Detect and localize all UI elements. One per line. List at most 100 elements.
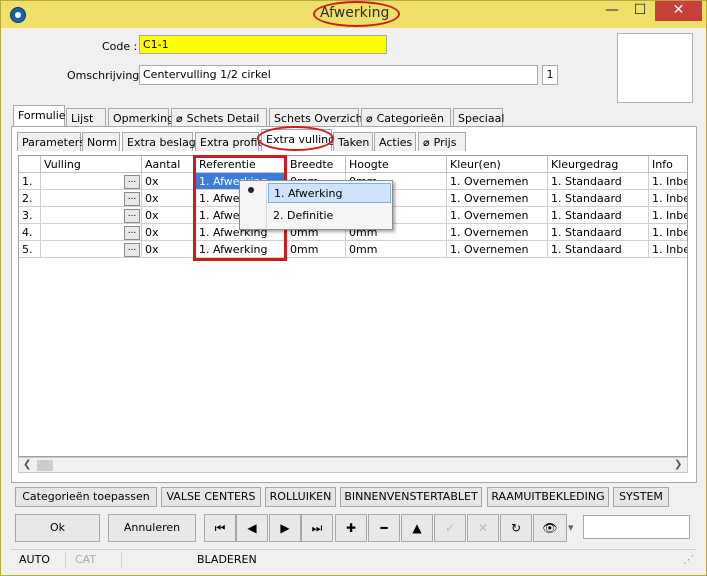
info-cell[interactable]: 1. Inbeg <box>649 207 687 224</box>
tab-formulier[interactable]: Formulier <box>13 105 70 127</box>
status-state: BLADEREN <box>197 553 257 566</box>
info-cell[interactable]: 1. Inbeg <box>649 224 687 241</box>
kleurgedrag-cell[interactable]: 1. Standaard <box>548 173 649 190</box>
subtab-extra-beslag[interactable]: Extra beslag <box>122 132 196 151</box>
row-number: 2. <box>19 190 41 207</box>
scroll-thumb[interactable] <box>37 460 53 471</box>
kleur-cell[interactable]: 1. Overnemen <box>447 207 548 224</box>
maximize-button[interactable]: ☐ <box>627 1 653 21</box>
kleur-cell[interactable]: 1. Overnemen <box>447 173 548 190</box>
edit-record-button[interactable]: ▲ <box>401 514 433 542</box>
last-record-button[interactable]: ⏭ <box>301 514 333 542</box>
binnenvenstertablet-button[interactable]: BINNENVENSTERTABLET <box>340 487 482 507</box>
first-record-button[interactable]: ⏮ <box>204 514 236 542</box>
refresh-button[interactable]: ↻ <box>500 514 532 542</box>
aantal-cell[interactable]: 0x <box>142 224 196 241</box>
info-cell[interactable]: 1. Inbeg <box>649 173 687 190</box>
info-cell[interactable]: 1. Inbeg <box>649 190 687 207</box>
ellipsis-button[interactable]: ... <box>124 175 140 189</box>
system-button[interactable]: SYSTEM <box>613 487 669 507</box>
tab-categorieen[interactable]: ⌀ Categorieën <box>361 108 451 127</box>
hoogte-cell[interactable]: 0mm <box>346 241 447 258</box>
scroll-right-icon[interactable]: ❯ <box>674 459 682 470</box>
title-bar[interactable]: Afwerking — ☐ ✕ <box>1 1 706 28</box>
kleur-cell[interactable]: 1. Overnemen <box>447 190 548 207</box>
kleurgedrag-cell[interactable]: 1. Standaard <box>548 190 649 207</box>
subtab-prijs-label: Prijs <box>433 136 457 149</box>
app-icon[interactable] <box>10 7 26 23</box>
status-bar: AUTO CAT BLADEREN ⋰ <box>11 549 696 569</box>
minus-icon: ━ <box>380 521 388 535</box>
categorieen-toepassen-button[interactable]: Categorieën toepassen <box>15 487 157 507</box>
raamuitbekleding-button[interactable]: RAAMUITBEKLEDING <box>487 487 609 507</box>
preview-box <box>617 33 693 103</box>
prev-record-button[interactable]: ◀ <box>236 514 268 542</box>
omschrijving-field[interactable]: Centervulling 1/2 cirkel <box>139 65 538 85</box>
kleur-cell[interactable]: 1. Overnemen <box>447 224 548 241</box>
horizontal-scrollbar[interactable]: ❮ ❯ <box>18 457 688 473</box>
dropdown-item-afwerking[interactable]: 1. Afwerking <box>268 183 391 203</box>
subtab-prijs[interactable]: ⌀ Prijs <box>418 132 466 151</box>
find-dropdown-chevron-icon[interactable]: ▾ <box>568 521 574 534</box>
plus-icon: ✚ <box>345 521 357 535</box>
ellipsis-button[interactable]: ... <box>124 243 140 257</box>
grid-header-hoogte[interactable]: Hoogte <box>346 156 447 173</box>
aantal-cell[interactable]: 0x <box>142 241 196 258</box>
aantal-cell[interactable]: 0x <box>142 173 196 190</box>
tab-schets-overzicht[interactable]: Schets Overzicht <box>269 108 367 127</box>
scroll-left-icon[interactable]: ❮ <box>23 459 31 470</box>
dropdown-gutter-divider <box>266 183 267 229</box>
find-button[interactable]: 👁 <box>533 514 567 542</box>
paperclip-icon: ⌀ <box>366 112 373 125</box>
minimize-button[interactable]: — <box>599 1 625 21</box>
kleurgedrag-cell[interactable]: 1. Standaard <box>548 224 649 241</box>
grid-header-breedte[interactable]: Breedte <box>287 156 346 173</box>
remove-record-button[interactable]: ━ <box>368 514 400 542</box>
rolluiken-button[interactable]: ROLLUIKEN <box>265 487 336 507</box>
grid-header-vulling[interactable]: Vulling <box>41 156 142 173</box>
ellipsis-button[interactable]: ... <box>124 209 140 223</box>
tab-lijst[interactable]: Lijst <box>66 108 106 127</box>
subtab-acties[interactable]: Acties <box>374 132 416 151</box>
kleurgedrag-cell[interactable]: 1. Standaard <box>548 207 649 224</box>
cancel-record-button[interactable]: ✕ <box>467 514 499 542</box>
row-number: 1. <box>19 173 41 190</box>
tab-schets-detail[interactable]: ⌀ Schets Detail <box>171 108 267 127</box>
subtab-taken[interactable]: Taken <box>333 132 373 151</box>
close-button[interactable]: ✕ <box>655 1 702 21</box>
status-cat: CAT <box>75 553 97 566</box>
grid-header-kleuren[interactable]: Kleur(en) <box>447 156 548 173</box>
breedte-cell[interactable]: 0mm <box>287 241 346 258</box>
search-input[interactable] <box>583 515 690 539</box>
next-record-button[interactable]: ▶ <box>269 514 301 542</box>
ellipsis-button[interactable]: ... <box>124 226 140 240</box>
dropdown-item-definitie[interactable]: 2. Definitie <box>268 206 391 226</box>
annuleren-button[interactable]: Annuleren <box>108 514 196 542</box>
resize-grip-icon[interactable]: ⋰ <box>683 553 694 566</box>
ellipsis-button[interactable]: ... <box>124 192 140 206</box>
grid-header-aantal[interactable]: Aantal <box>142 156 196 173</box>
subtab-norm[interactable]: Norm <box>82 132 120 151</box>
add-record-button[interactable]: ✚ <box>335 514 367 542</box>
grid-header-info[interactable]: Info <box>649 156 687 173</box>
omschrijving-label: Omschrijving : <box>67 69 147 82</box>
info-cell[interactable]: 1. Inbeg <box>649 241 687 258</box>
kleur-cell[interactable]: 1. Overnemen <box>447 241 548 258</box>
referentie-dropdown[interactable]: 1. Afwerking 2. Definitie <box>239 180 393 230</box>
grid-header-kleurgedrag[interactable]: Kleurgedrag <box>548 156 649 173</box>
kleurgedrag-cell[interactable]: 1. Standaard <box>548 241 649 258</box>
paperclip-icon: ⌀ <box>423 136 430 149</box>
aantal-cell[interactable]: 0x <box>142 190 196 207</box>
valse-centers-button[interactable]: VALSE CENTERS <box>161 487 261 507</box>
code-field[interactable]: C1-1 <box>139 35 387 54</box>
tab-speciaal[interactable]: Speciaal <box>453 108 504 127</box>
subtab-parameters[interactable]: Parameters <box>17 132 85 151</box>
grid-header-rownum <box>19 156 41 173</box>
cross-icon: ✕ <box>477 521 489 535</box>
tab-opmerking[interactable]: Opmerking <box>108 108 174 127</box>
subtab-extra-profiel[interactable]: Extra profiel <box>195 132 267 151</box>
ok-button[interactable]: Ok <box>15 514 100 542</box>
aantal-cell[interactable]: 0x <box>142 207 196 224</box>
counter-field[interactable]: 1 <box>542 65 558 85</box>
post-record-button[interactable]: ✓ <box>434 514 466 542</box>
